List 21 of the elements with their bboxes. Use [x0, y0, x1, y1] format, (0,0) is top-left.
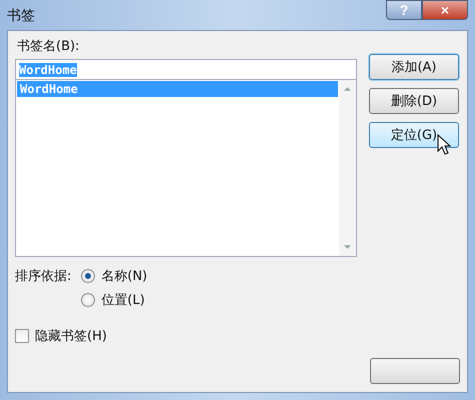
checkbox[interactable] [15, 329, 29, 343]
dialog-button[interactable]: 添加(A) [369, 54, 459, 80]
checkbox-label: 隐藏书签(H) [35, 328, 107, 345]
radio-label: 名称(N) [101, 268, 148, 285]
dialog-button[interactable] [370, 358, 460, 384]
dialog-button[interactable]: 删除(D) [369, 88, 459, 114]
dialog-button[interactable]: 定位(G) [369, 122, 459, 148]
mouse-pointer-icon [437, 134, 451, 156]
radio-button[interactable] [81, 293, 96, 307]
help-button[interactable]: ? [386, 0, 422, 20]
window-title: 书签 [7, 7, 35, 25]
radio-label: 位置(L) [101, 292, 145, 309]
scroll-down-icon[interactable] [343, 244, 352, 250]
bookmark-name-field[interactable]: WordHome [15, 59, 357, 80]
close-button[interactable]: × [422, 0, 468, 20]
bookmark-item[interactable]: WordHome [17, 81, 338, 97]
field-label: 书签名(B): [17, 38, 80, 55]
scrollbar[interactable] [339, 80, 356, 256]
scroll-up-icon[interactable] [343, 86, 352, 92]
radio-button[interactable] [81, 269, 96, 283]
sort-label: 排序依据: [15, 268, 72, 286]
